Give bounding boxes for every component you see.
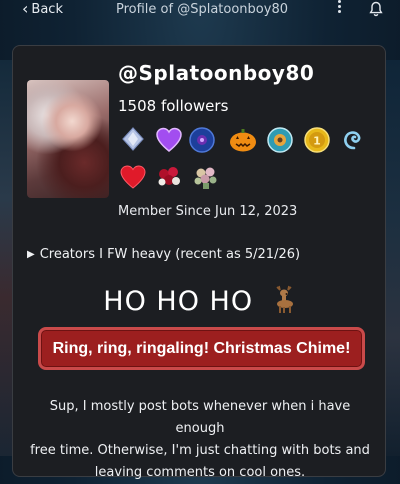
swirl-icon [344,131,361,150]
member-since: Member Since Jun 12, 2023 [118,204,298,219]
bio-text: Sup, I mostly post bots whenever when i … [24,396,376,484]
avatar [27,80,109,198]
chevron-left-icon: ‹ [22,0,29,18]
creators-label: Creators I FW heavy (recent as 5/21/26) [39,247,301,262]
blue-orb-icon [189,127,215,153]
triangle-right-icon: ▶ [27,249,35,260]
back-button[interactable]: ‹ Back [22,1,63,17]
back-label: Back [31,1,63,17]
username: @Splatoonboy80 [118,61,315,85]
banner-heading-text: HO HO HO [103,286,254,317]
christmas-chime-button[interactable]: Ring, ring, ringaling! Christmas Chime! [38,327,365,370]
banner-heading: HO HO HO [0,284,400,317]
background-right [384,60,400,456]
followers-count[interactable]: 1508 followers [118,97,228,115]
purple-heart-icon [156,127,182,152]
bio-line: free time. Otherwise, I'm just chatting … [30,443,370,458]
reindeer-icon [276,285,293,313]
rose-bouquet-icon [158,167,180,186]
jack-o-lantern-icon [230,129,256,152]
flower-bouquet-icon [194,167,217,189]
gold-coin-icon: 1 [304,127,330,153]
bell-icon[interactable] [368,1,384,17]
top-bar: ‹ Back Profile of @Splatoonboy80 [0,0,400,20]
creators-toggle[interactable]: ▶ Creators I FW heavy (recent as 5/21/26… [27,247,300,262]
bio-line: Sup, I mostly post bots whenever when i … [49,399,351,436]
diamond-icon [122,127,144,151]
globe-badge-icon [267,127,293,153]
red-heart-icon [120,165,146,189]
bio-line: leaving comments on cool ones. [94,465,306,480]
more-options-icon[interactable] [334,0,344,18]
svg-text:1: 1 [313,135,321,148]
page-title: Profile of @Splatoonboy80 [116,2,288,17]
